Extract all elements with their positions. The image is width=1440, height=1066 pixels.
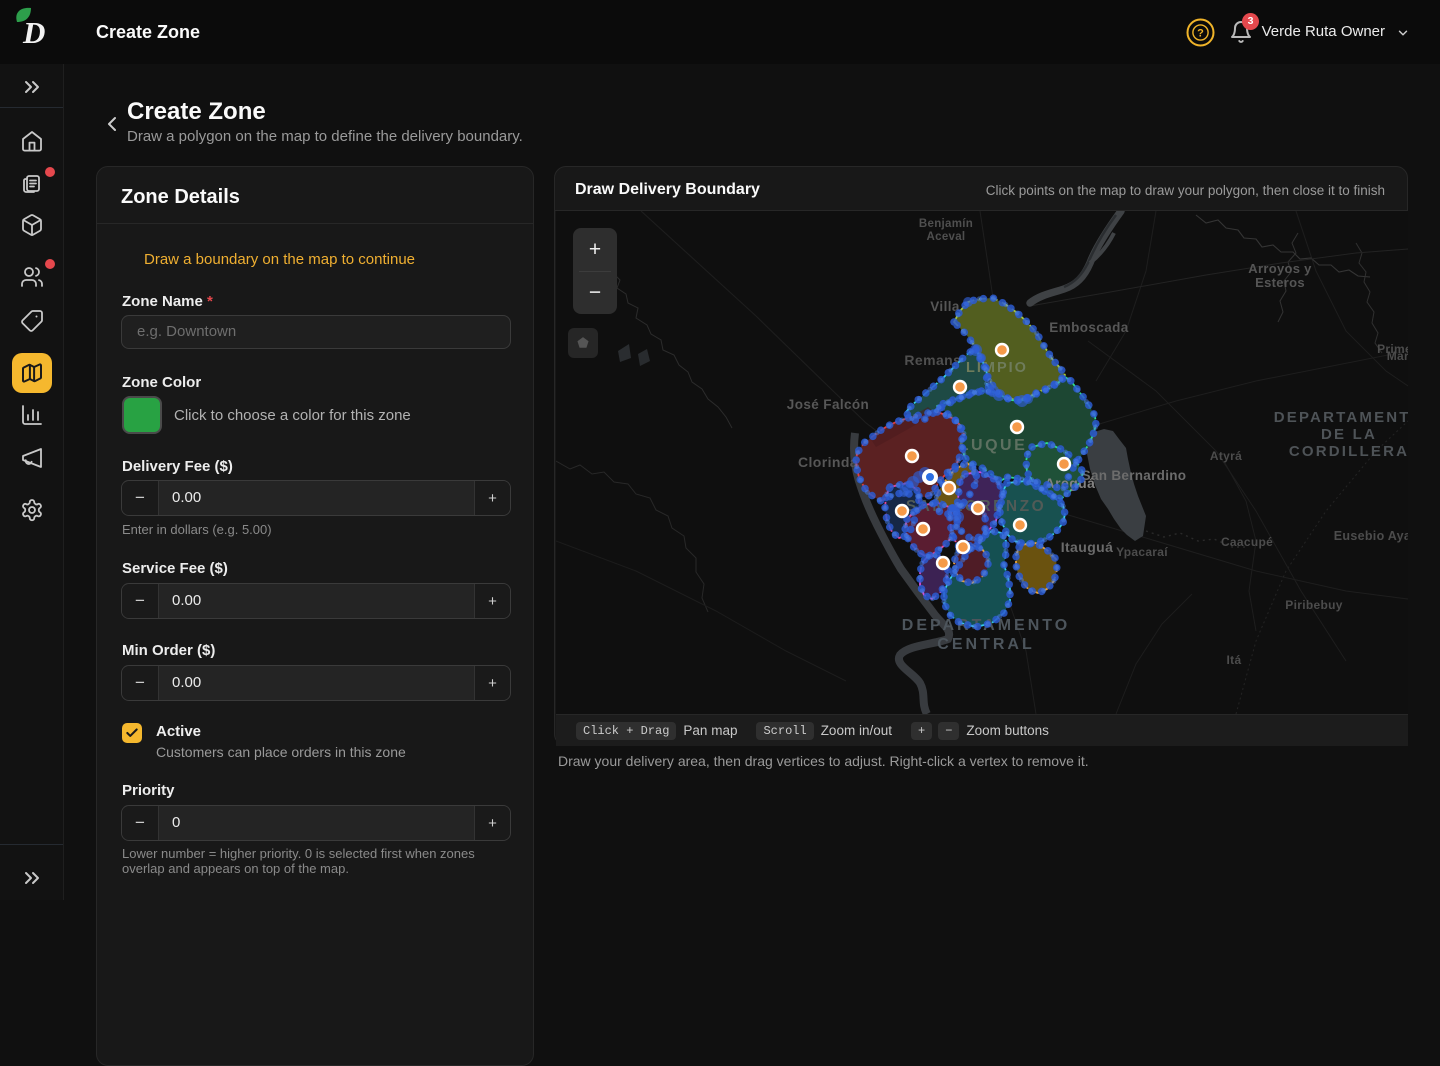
svg-text:LIMPIO: LIMPIO — [966, 360, 1028, 376]
svg-text:Marz: Marz — [1387, 349, 1408, 363]
svg-text:Ypacaraí: Ypacaraí — [1116, 545, 1168, 559]
svg-text:Aceval: Aceval — [927, 231, 966, 243]
svg-text:Piribebuy: Piribebuy — [1285, 598, 1342, 612]
svg-text:CORDILLERA: CORDILLERA — [1289, 443, 1408, 460]
svg-text:Clorinda: Clorinda — [798, 454, 858, 470]
svg-text:Benjamín: Benjamín — [919, 218, 973, 230]
svg-text:Caacupé: Caacupé — [1221, 535, 1273, 549]
svg-text:José Falcón: José Falcón — [787, 397, 869, 412]
svg-text:Itauguá: Itauguá — [1061, 539, 1114, 555]
svg-text:Atyrá: Atyrá — [1210, 449, 1242, 463]
svg-text:Eusebio Ayala: Eusebio Ayala — [1334, 529, 1408, 543]
svg-text:DEPARTAMENTO: DEPARTAMENTO — [1274, 409, 1408, 426]
svg-text:D: D — [22, 15, 45, 50]
svg-text:Emboscada: Emboscada — [1049, 320, 1128, 335]
svg-text:LUQUE: LUQUE — [959, 437, 1028, 454]
svg-text:Esteros: Esteros — [1255, 275, 1305, 290]
svg-text:?: ? — [1197, 28, 1204, 40]
svg-text:DE LA: DE LA — [1321, 426, 1377, 443]
svg-text:Itá: Itá — [1227, 653, 1242, 667]
svg-text:San Bernardino: San Bernardino — [1082, 468, 1187, 483]
svg-text:CENTRAL: CENTRAL — [937, 636, 1034, 653]
svg-text:Arroyos y: Arroyos y — [1248, 261, 1312, 276]
